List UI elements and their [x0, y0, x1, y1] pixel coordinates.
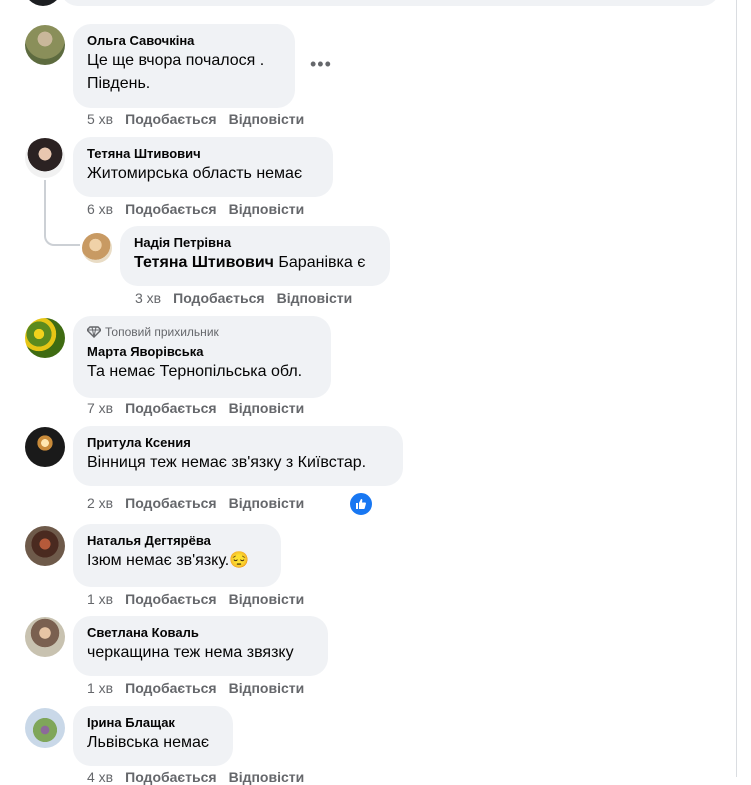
comment-bubble: Тетяна Штивович Житомирська область нема…: [73, 137, 333, 197]
comment-time[interactable]: 6 хв: [87, 201, 113, 217]
like-button[interactable]: Подобається: [125, 680, 216, 696]
avatar[interactable]: [25, 25, 65, 65]
comment-text: черкащина теж нема звязку: [87, 644, 294, 661]
avatar[interactable]: [25, 427, 65, 467]
comment-text: Житомирська область немає: [87, 165, 303, 182]
comment-author[interactable]: Наталья Дегтярёва: [87, 532, 267, 549]
comment-meta: 4 хв Подобається Відповісти: [87, 769, 304, 785]
comment-author[interactable]: Надія Петрівна: [134, 234, 376, 251]
comment-time[interactable]: 4 хв: [87, 769, 113, 785]
comment-bubble: Ольга Савочкіна Це ще вчора почалося . П…: [73, 24, 295, 108]
comment-meta: 3 хв Подобається Відповісти: [135, 290, 352, 306]
current-user-avatar: [24, 0, 62, 6]
comment-text: Тетяна Штивович Баранівка є: [134, 251, 376, 274]
comment-meta: 7 хв Подобається Відповісти: [87, 400, 304, 416]
top-fan-badge[interactable]: Топовий прихильник: [87, 324, 317, 340]
comment-meta: 6 хв Подобається Відповісти: [87, 201, 304, 217]
comment-time[interactable]: 1 хв: [87, 680, 113, 696]
comment-text: Вінниця теж немає зв'язку з Київстар.: [87, 454, 367, 471]
reply-bubble: Надія Петрівна Тетяна Штивович Баранівка…: [120, 226, 390, 286]
avatar[interactable]: [25, 526, 65, 566]
comment-author[interactable]: Тетяна Штивович: [87, 145, 319, 162]
like-reaction-icon[interactable]: [348, 491, 374, 517]
comment-author[interactable]: Светлана Коваль: [87, 624, 314, 641]
reply-button[interactable]: Відповісти: [229, 769, 305, 785]
thumbs-up-icon: [356, 499, 366, 509]
pensive-face-emoji: 😔: [229, 552, 250, 569]
comment-bubble: Топовий прихильник Марта Яворівська Та н…: [73, 316, 331, 398]
scrollbar-track[interactable]: [736, 0, 737, 777]
avatar[interactable]: [25, 617, 65, 657]
thread-connector: [44, 226, 80, 246]
diamond-icon: [87, 326, 101, 338]
comment-text: Ізюм немає зв'язку.😔: [87, 549, 267, 572]
like-button[interactable]: Подобається: [125, 769, 216, 785]
reply-button[interactable]: Відповісти: [229, 201, 305, 217]
comment-author[interactable]: Марта Яворівська: [87, 343, 317, 360]
comment-text-line: Південь.: [87, 75, 151, 92]
comment-meta: 2 хв Подобається Відповісти: [87, 495, 304, 511]
comment-meta: 1 хв Подобається Відповісти: [87, 680, 304, 696]
like-button[interactable]: Подобається: [125, 111, 216, 127]
reply-button[interactable]: Відповісти: [229, 400, 305, 416]
comment-input[interactable]: [60, 0, 720, 6]
comment-meta: 5 хв Подобається Відповісти: [87, 111, 304, 127]
mention-link[interactable]: Тетяна Штивович: [134, 254, 274, 271]
reply-button[interactable]: Відповісти: [229, 591, 305, 607]
comment-bubble: Светлана Коваль черкащина теж нема звязк…: [73, 616, 328, 676]
comment-author[interactable]: Ольга Савочкіна: [87, 32, 281, 49]
like-button[interactable]: Подобається: [173, 290, 264, 306]
like-button[interactable]: Подобається: [125, 591, 216, 607]
comment-author[interactable]: Притула Ксения: [87, 434, 389, 451]
comment-text: Львівська немає: [87, 734, 210, 751]
avatar[interactable]: [82, 233, 112, 263]
reply-button[interactable]: Відповісти: [229, 111, 305, 127]
reply-text: Баранівка є: [278, 254, 366, 271]
comment-meta: 1 хв Подобається Відповісти: [87, 591, 304, 607]
badge-label: Топовий прихильник: [105, 325, 219, 339]
like-button[interactable]: Подобається: [125, 400, 216, 416]
comment-time[interactable]: 1 хв: [87, 591, 113, 607]
thread-line: [44, 180, 46, 228]
comment-text: Та немає Тернопільська обл.: [87, 363, 303, 380]
avatar[interactable]: [25, 318, 65, 358]
comment-bubble: Ірина Блащак Львівська немає: [73, 706, 233, 766]
reply-button[interactable]: Відповісти: [229, 495, 305, 511]
like-button[interactable]: Подобається: [125, 201, 216, 217]
comment-bubble: Притула Ксения Вінниця теж немає зв'язку…: [73, 426, 403, 486]
comment-author[interactable]: Ірина Блащак: [87, 714, 219, 731]
comment-time[interactable]: 2 хв: [87, 495, 113, 511]
comment-time[interactable]: 3 хв: [135, 290, 161, 306]
comment-text-body: Ізюм немає зв'язку.: [87, 552, 230, 569]
like-button[interactable]: Подобається: [125, 495, 216, 511]
comment-time[interactable]: 5 хв: [87, 111, 113, 127]
more-options-icon[interactable]: •••: [310, 54, 332, 75]
comment-bubble: Наталья Дегтярёва Ізюм немає зв'язку.😔: [73, 524, 281, 587]
reply-button[interactable]: Відповісти: [229, 680, 305, 696]
comment-text-line: Це ще вчора почалося .: [87, 52, 265, 69]
avatar[interactable]: [25, 138, 65, 178]
comment-time[interactable]: 7 хв: [87, 400, 113, 416]
avatar[interactable]: [25, 708, 65, 748]
reply-button[interactable]: Відповісти: [277, 290, 353, 306]
